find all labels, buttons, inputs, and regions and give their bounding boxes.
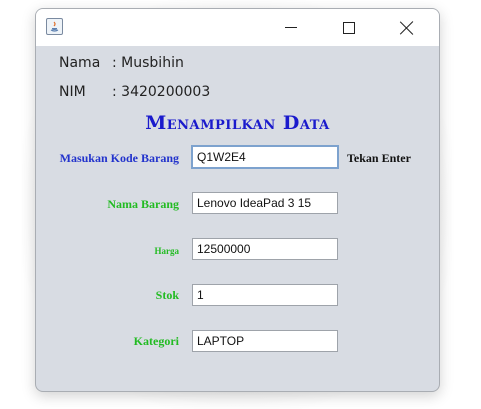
minimize-icon <box>285 27 297 28</box>
kategori-label: Kategori <box>133 334 179 348</box>
minimize-button[interactable] <box>262 9 320 46</box>
nim-label: NIM <box>59 84 86 100</box>
java-app-icon <box>46 18 63 35</box>
app-window: Nama : Musbihin NIM : 3420200003 Menampi… <box>35 8 440 392</box>
name-label: Nama <box>59 55 101 71</box>
title-bar[interactable] <box>36 9 439 46</box>
page-heading: Menampilkan Data <box>145 112 330 134</box>
nama-barang-input[interactable]: Lenovo IdeaPad 3 15 <box>192 192 338 214</box>
harga-label: Harga <box>154 246 180 256</box>
kategori-input[interactable]: LAPTOP <box>192 330 338 352</box>
maximize-button[interactable] <box>320 9 378 46</box>
stok-label: Stok <box>155 288 179 302</box>
kode-barang-label: Masukan Kode Barang <box>59 151 179 165</box>
harga-input[interactable]: 12500000 <box>192 238 338 260</box>
stok-input[interactable]: 1 <box>192 284 338 306</box>
nim-value: : 3420200003 <box>112 84 211 100</box>
name-value: : Musbihin <box>112 55 184 71</box>
close-button[interactable] <box>378 9 436 46</box>
maximize-icon <box>343 21 355 34</box>
kode-barang-input[interactable]: Q1W2E4 <box>191 145 339 169</box>
nama-barang-label: Nama Barang <box>107 197 179 211</box>
close-icon <box>400 21 414 35</box>
enter-hint: Tekan Enter <box>347 151 411 165</box>
